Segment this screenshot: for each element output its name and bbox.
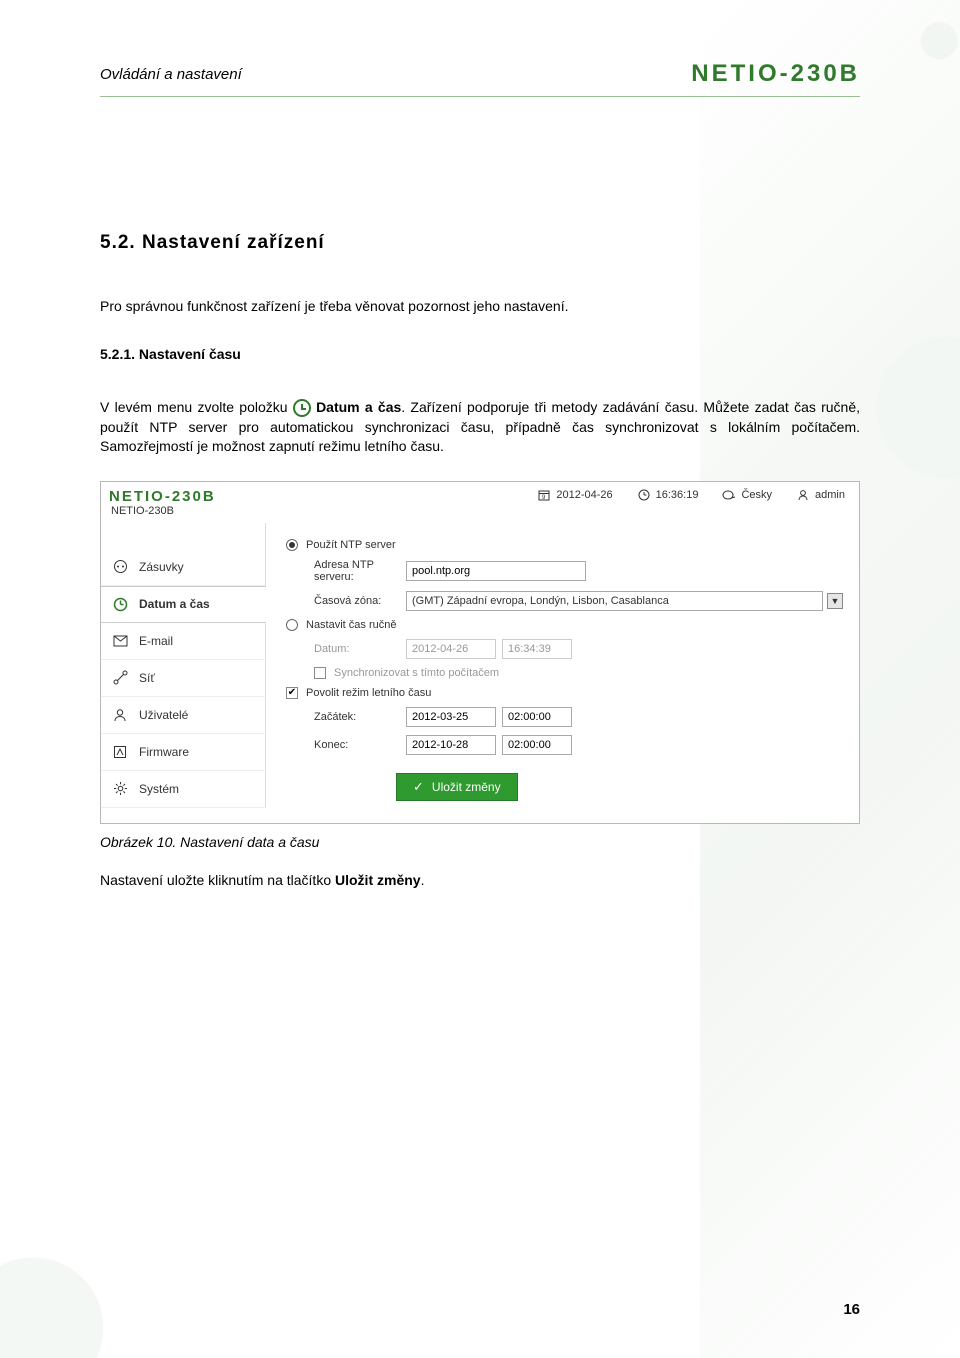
- after-caption-pre: Nastavení uložte kliknutím na tlačítko: [100, 872, 335, 888]
- brand-logo: NETIO-230B: [691, 60, 860, 88]
- nav-label: Datum a čas: [139, 597, 210, 611]
- nav-label: Zásuvky: [139, 560, 184, 574]
- date-input: [406, 639, 496, 659]
- tz-select[interactable]: (GMT) Západní evropa, Londýn, Lisbon, Ca…: [406, 591, 823, 611]
- body-paragraph: V levém menu zvolte položku Datum a čas.…: [100, 398, 860, 457]
- background-decoration-left: [0, 1058, 220, 1358]
- panel-sub-brand: NETIO-230B: [101, 505, 216, 523]
- dst-start-label: Začátek:: [314, 711, 406, 723]
- nav-label: Firmware: [139, 745, 189, 759]
- dst-label: Povolit režim letního času: [306, 687, 431, 699]
- save-button-label: Uložit změny: [432, 780, 501, 794]
- topbar-user[interactable]: admin: [796, 488, 845, 502]
- nav-item-system[interactable]: Systém: [101, 771, 266, 808]
- figure-caption: Obrázek 10. Nastavení data a času: [100, 834, 860, 850]
- radio-ntp[interactable]: [286, 539, 298, 551]
- clock-icon: [637, 488, 651, 502]
- sync-checkbox: [314, 667, 326, 679]
- date-label: Datum:: [314, 643, 406, 655]
- check-icon: ✓: [413, 779, 424, 795]
- user-icon: [796, 488, 810, 502]
- dst-end-label: Konec:: [314, 739, 406, 751]
- outlet-icon: [113, 559, 129, 574]
- mail-icon: [113, 635, 129, 647]
- intro-paragraph: Pro správnou funkčnost zařízení je třeba…: [100, 298, 860, 314]
- nav-item-sit[interactable]: Síť: [101, 660, 266, 697]
- user-icon: [113, 708, 129, 722]
- sidebar: Zásuvky Datum a čas E-mail Síť: [101, 523, 266, 823]
- calendar-icon: 9: [537, 488, 551, 502]
- after-caption-bold: Uložit změny: [335, 872, 421, 888]
- after-caption-paragraph: Nastavení uložte kliknutím na tlačítko U…: [100, 872, 860, 888]
- topbar-time: 16:36:19: [637, 488, 699, 502]
- page-number: 16: [843, 1301, 860, 1318]
- nav-item-uzivatele[interactable]: Uživatelé: [101, 697, 266, 734]
- radio-manual-label: Nastavit čas ručně: [306, 619, 396, 631]
- nav-spacer: [101, 523, 266, 549]
- after-caption-post: .: [421, 872, 425, 888]
- ntp-addr-input[interactable]: [406, 561, 586, 581]
- body-text-pre: V levém menu zvolte položku: [100, 399, 293, 415]
- radio-ntp-label: Použít NTP server: [306, 539, 396, 551]
- language-icon: [722, 488, 736, 502]
- clock-icon: [293, 399, 311, 417]
- ntp-addr-label: Adresa NTP serveru:: [314, 559, 406, 583]
- dst-row[interactable]: Povolit režim letního času: [286, 687, 843, 699]
- nav-item-zasuvky[interactable]: Zásuvky: [101, 549, 266, 586]
- nav-item-datum-a-cas[interactable]: Datum a čas: [101, 586, 266, 623]
- nav-label: E-mail: [139, 634, 173, 648]
- tz-value: (GMT) Západní evropa, Londýn, Lisbon, Ca…: [412, 595, 669, 607]
- dst-start-date-input[interactable]: [406, 707, 496, 727]
- dst-end-date-input[interactable]: [406, 735, 496, 755]
- topbar-lang-value: Česky: [741, 489, 772, 501]
- time-input: [502, 639, 572, 659]
- save-button[interactable]: ✓ Uložit změny: [396, 773, 518, 801]
- nav-label: Uživatelé: [139, 708, 188, 722]
- nav-item-firmware[interactable]: Firmware: [101, 734, 266, 771]
- dst-checkbox[interactable]: [286, 687, 298, 699]
- topbar-lang[interactable]: Česky: [722, 488, 772, 502]
- nav-label: Systém: [139, 782, 179, 796]
- topbar-time-value: 16:36:19: [656, 489, 699, 501]
- nav-label: Síť: [139, 671, 155, 685]
- content-pane: Použít NTP server Adresa NTP serveru: Ča…: [266, 523, 859, 823]
- dst-end-time-input[interactable]: [502, 735, 572, 755]
- heading-5-2: 5.2. Nastavení zařízení: [100, 232, 860, 254]
- sync-label: Synchronizovat s tímto počítačem: [334, 667, 499, 679]
- radio-manual[interactable]: [286, 619, 298, 631]
- tz-label: Časová zóna:: [314, 595, 406, 607]
- panel-brand: NETIO-230B: [101, 482, 216, 505]
- topbar-user-value: admin: [815, 489, 845, 501]
- radio-manual-row[interactable]: Nastavit čas ručně: [286, 619, 843, 631]
- firmware-icon: [113, 745, 129, 759]
- section-title: Ovládání a nastavení: [100, 66, 242, 83]
- gear-icon: [113, 781, 129, 796]
- body-text-bold: Datum a čas: [316, 399, 401, 415]
- document-header: Ovládání a nastavení NETIO-230B: [100, 60, 860, 88]
- ui-screenshot-panel: NETIO-230B NETIO-230B 9 2012-04-26 16:36…: [100, 481, 860, 824]
- header-rule: [100, 96, 860, 97]
- clock-icon: [113, 597, 129, 612]
- heading-5-2-1: 5.2.1. Nastavení času: [100, 346, 860, 362]
- topbar-date: 9 2012-04-26: [537, 488, 612, 502]
- nav-item-email[interactable]: E-mail: [101, 623, 266, 660]
- radio-ntp-row[interactable]: Použít NTP server: [286, 539, 843, 551]
- dst-start-time-input[interactable]: [502, 707, 572, 727]
- topbar-date-value: 2012-04-26: [556, 489, 612, 501]
- network-icon: [113, 670, 129, 685]
- chevron-down-icon[interactable]: ▼: [827, 593, 843, 609]
